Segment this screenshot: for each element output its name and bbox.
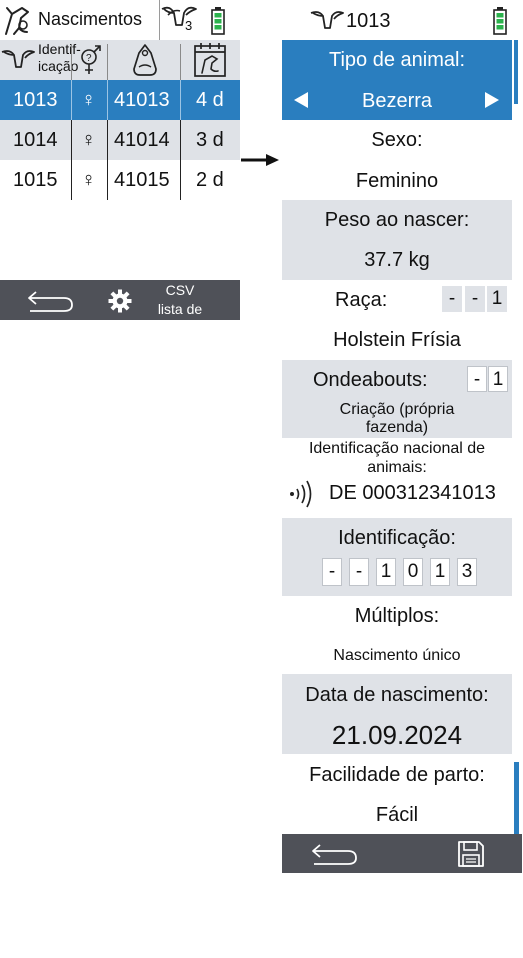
header-divider [71,44,72,80]
identification-digit[interactable]: 3 [457,558,477,586]
table-row[interactable]: 1015 ♀ 41015 2 d [0,160,240,200]
table-header: Identif- icação ? [0,40,240,80]
breed-code-digit[interactable]: 1 [487,286,507,312]
birth-date-field[interactable]: Data de nascimento: 21.09.2024 [282,674,512,754]
back-button[interactable] [26,288,74,314]
herd-count: 3 [185,18,193,33]
row-sex: ♀ [81,89,96,111]
identification-digit[interactable]: 0 [403,558,423,586]
breed-label: Raça: [335,289,388,311]
row-tag: 41015 [114,169,170,191]
row-sex: ♀ [81,169,96,191]
row-tag: 41014 [114,129,170,151]
battery-icon [493,7,507,35]
national-id-label: Identificação nacional de animais: [308,440,486,476]
birth-date-value: 21.09.2024 [331,720,463,750]
sex-value: Feminino [355,170,439,192]
breed-field[interactable]: Raça: - - 1 Holstein Frísia [282,280,512,360]
ear-tag-icon[interactable] [130,43,160,77]
right-header-bar: 1013 [282,0,522,40]
back-button[interactable] [310,841,358,867]
birth-weight-label: Peso ao nascer: [324,209,470,231]
calving-ease-field[interactable]: Facilidade de parto: Fácil [282,754,512,834]
csv-list-button[interactable]: CSV lista de [152,281,208,319]
calendar-birth-icon[interactable] [193,42,227,78]
calving-ease-label: Facilidade de parto: [309,764,485,786]
identification-field[interactable]: Identificação: - - 1 0 1 3 [282,518,512,596]
rfid-icon [288,480,312,508]
multiples-field[interactable]: Múltiplos: Nascimento único [282,596,512,674]
column-divider [107,80,108,120]
row-id: 1015 [13,169,58,191]
gear-icon[interactable] [108,289,132,313]
animal-type-label: Tipo de animal: [329,49,465,71]
svg-text:?: ? [86,53,92,64]
row-id: 1013 [13,89,58,111]
animal-type-value: Bezerra [361,90,433,112]
births-title: Nascimentos [38,9,143,29]
scrollbar[interactable] [514,40,518,104]
herd-button[interactable]: 3 [160,0,202,40]
whereabouts-value: Criação (própria fazenda) [339,401,455,436]
row-age: 3 d [196,129,224,151]
scrollbar[interactable] [514,762,519,834]
row-id: 1014 [13,129,58,151]
save-icon[interactable] [457,840,485,868]
multiples-label: Múltiplos: [354,605,440,627]
animal-type-field[interactable]: Tipo de animal: Bezerra [282,40,512,120]
arrow-right-icon [240,152,280,168]
identification-digit[interactable]: - [349,558,369,586]
row-tag: 41013 [114,89,170,111]
table-row[interactable]: 1013 ♀ 41013 4 d [0,80,240,120]
identification-digit[interactable]: 1 [430,558,450,586]
whereabouts-code-digit[interactable]: 1 [488,366,508,392]
column-divider [71,80,72,120]
left-header-bar: Nascimentos 3 [0,0,240,40]
row-age: 2 d [196,169,224,191]
birth-weight-value: 37.7 kg [364,249,430,271]
right-footer-bar [282,834,522,873]
table-row[interactable]: 1014 ♀ 41014 3 d [0,120,240,160]
breed-code-digit[interactable]: - [465,286,485,312]
national-id-field[interactable]: Identificação nacional de animais: DE 00… [282,438,512,518]
battery-icon [211,7,225,35]
multiples-value: Nascimento único [333,647,461,664]
sex-field[interactable]: Sexo: Feminino [282,120,512,200]
arrow-right-icon[interactable] [483,91,501,109]
birth-date-label: Data de nascimento: [305,684,489,706]
herd-icon [160,3,200,33]
column-divider [71,120,72,200]
whereabouts-label: Ondeabouts: [313,369,428,391]
births-tab[interactable]: Nascimentos [0,0,160,40]
column-divider [180,80,181,120]
breed-value: Holstein Frísia [333,329,461,351]
sex-label: Sexo: [371,129,423,151]
header-divider [180,44,181,80]
animal-number: 1013 [346,10,391,32]
calving-icon [3,4,31,36]
cow-head-icon [1,49,35,71]
column-divider [180,120,181,200]
national-id-value: DE 000312341013 [329,482,496,504]
whereabouts-field[interactable]: Ondeabouts: - 1 Criação (própria fazenda… [282,360,512,438]
identification-label: Identificação: [338,527,456,549]
calving-ease-value: Fácil [375,804,419,826]
identification-digit[interactable]: - [322,558,342,586]
header-divider [107,44,108,80]
identification-digit[interactable]: 1 [376,558,396,586]
whereabouts-code-digit[interactable]: - [467,366,487,392]
left-footer-bar: CSV lista de [0,280,240,320]
cow-head-icon [310,10,344,32]
column-divider [107,120,108,200]
sex-column-icon[interactable]: ? [76,45,104,77]
birth-weight-field[interactable]: Peso ao nascer: 37.7 kg [282,200,512,280]
breed-code-digit[interactable]: - [442,286,462,312]
row-sex: ♀ [81,129,96,151]
row-age: 4 d [196,89,224,111]
